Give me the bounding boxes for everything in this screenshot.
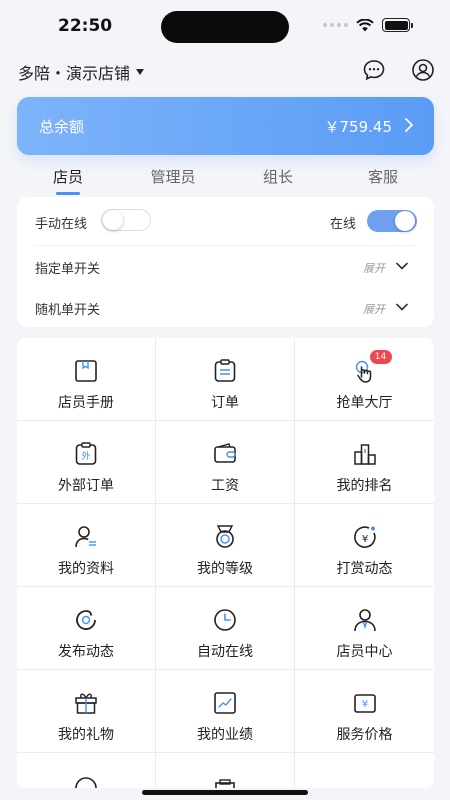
random-order-label: 随机单开关 xyxy=(35,303,101,318)
grid-label: 打赏动态 xyxy=(336,561,393,577)
grid-item-ranking[interactable]: 我的排名 xyxy=(295,421,434,504)
chevron-down-icon[interactable] xyxy=(396,262,408,270)
chat-bubble-icon[interactable] xyxy=(362,58,386,82)
chevron-right-icon xyxy=(405,118,413,132)
manual-online-toggle[interactable] xyxy=(101,209,151,231)
online-label: 在线 xyxy=(330,217,357,232)
signal-icon xyxy=(323,23,348,27)
external-order-icon: 外 xyxy=(75,442,97,465)
assigned-order-label: 指定单开关 xyxy=(35,262,101,277)
grid-item-orders[interactable]: 订单 xyxy=(156,338,295,421)
settings-card: 手动在线 在线 指定单开关 展开 随机单开关 展开 xyxy=(17,197,434,327)
gift-icon xyxy=(75,693,97,714)
price-icon: ¥ xyxy=(353,694,376,713)
status-time: 22:50 xyxy=(58,16,113,36)
grid-item-auto-online[interactable]: 自动在线 xyxy=(156,587,295,670)
home-indicator[interactable] xyxy=(142,790,308,795)
grid-label: 我的等级 xyxy=(197,561,253,577)
grid-label: 外部订单 xyxy=(58,478,114,494)
grid-item-my-level[interactable]: 我的等级 xyxy=(156,504,295,587)
partial-icon xyxy=(215,779,235,788)
grid-item-my-gifts[interactable]: 我的礼物 xyxy=(17,670,156,753)
random-order-row[interactable]: 随机单开关 展开 xyxy=(17,286,434,326)
grid-label: 自动在线 xyxy=(197,644,253,660)
dynamic-island xyxy=(161,11,289,43)
grid-label: 订单 xyxy=(211,395,239,411)
svg-text:¥: ¥ xyxy=(361,699,367,710)
grid-label: 工资 xyxy=(211,478,239,494)
grid-label: 我的资料 xyxy=(58,561,114,577)
grid-item-order-hall[interactable]: 14 抢单大厅 xyxy=(295,338,434,421)
wifi-icon xyxy=(356,18,374,31)
battery-icon xyxy=(382,18,413,32)
store-switcher[interactable]: 多陪・演示店铺 xyxy=(18,60,145,84)
tab-active-indicator xyxy=(56,192,80,195)
function-grid: 店员手册 订单 14 抢单大厅 外 外部订单 工资 我的排名 我的资料 我的等级… xyxy=(17,338,434,788)
performance-icon xyxy=(214,692,236,714)
grid-label: 服务价格 xyxy=(336,727,393,743)
clock-icon xyxy=(214,609,236,631)
assigned-order-row[interactable]: 指定单开关 展开 xyxy=(17,246,434,286)
manual-online-label: 手动在线 xyxy=(35,217,88,232)
grid-item-service-price[interactable]: ¥ 服务价格 xyxy=(295,670,434,753)
grid-item-my-performance[interactable]: 我的业绩 xyxy=(156,670,295,753)
status-icons xyxy=(323,18,413,32)
balance-label: 总余额 xyxy=(39,118,85,136)
status-bar: 22:50 xyxy=(0,0,450,54)
grid-item-partial[interactable] xyxy=(17,753,156,788)
tab-admin[interactable]: 管理员 xyxy=(133,166,213,187)
store-title: 多陪・演示店铺 xyxy=(18,64,131,83)
app-header: 多陪・演示店铺 xyxy=(0,54,450,90)
dropdown-caret-icon xyxy=(136,69,145,75)
ranking-icon xyxy=(353,444,376,465)
grid-label: 我的礼物 xyxy=(58,727,114,743)
order-hall-badge: 14 xyxy=(369,350,392,364)
grid-label: 店员中心 xyxy=(336,644,393,660)
grid-label: 抢单大厅 xyxy=(336,395,393,411)
grid-label: 我的业绩 xyxy=(197,727,253,743)
clipboard-icon xyxy=(214,359,236,382)
grid-label: 我的排名 xyxy=(336,478,393,494)
online-toggle[interactable] xyxy=(367,210,417,232)
tab-clerk[interactable]: 店员 xyxy=(28,166,108,187)
tap-hand-icon-wrap: 14 xyxy=(352,350,392,384)
grid-item-external-orders[interactable]: 外 外部订单 xyxy=(17,421,156,504)
wallet-icon xyxy=(214,443,236,463)
grid-item-reward-feed[interactable]: ¥ 打赏动态 xyxy=(295,504,434,587)
svg-text:¥: ¥ xyxy=(361,534,367,545)
online-row: 手动在线 在线 xyxy=(17,197,434,245)
grid-item-handbook[interactable]: 店员手册 xyxy=(17,338,156,421)
chevron-down-icon[interactable] xyxy=(396,303,408,311)
staff-center-icon xyxy=(353,609,376,632)
user-profile-icon[interactable] xyxy=(411,58,435,82)
role-tabs: 店员 管理员 组长 客服 xyxy=(0,160,450,196)
balance-value: ￥759.45 xyxy=(324,118,393,136)
profile-card-icon xyxy=(75,526,96,548)
expand-label: 展开 xyxy=(363,303,385,316)
grid-item-partial[interactable] xyxy=(295,753,434,788)
grid-item-staff-center[interactable]: 店员中心 xyxy=(295,587,434,670)
grid-item-publish-feed[interactable]: 发布动态 xyxy=(17,587,156,670)
grid-item-my-profile[interactable]: 我的资料 xyxy=(17,504,156,587)
grid-label: 店员手册 xyxy=(58,395,114,411)
balance-card[interactable]: 总余额 ￥759.45 xyxy=(17,97,434,155)
publish-icon xyxy=(76,610,96,630)
grid-label: 发布动态 xyxy=(58,644,114,660)
reward-icon: ¥ xyxy=(353,526,376,548)
expand-label: 展开 xyxy=(363,262,385,275)
partial-icon xyxy=(75,777,97,788)
handbook-icon xyxy=(75,360,97,382)
medal-icon xyxy=(216,525,234,548)
grid-item-partial[interactable] xyxy=(156,753,295,788)
grid-item-salary[interactable]: 工资 xyxy=(156,421,295,504)
tab-customer-service[interactable]: 客服 xyxy=(343,166,423,187)
tab-team-leader[interactable]: 组长 xyxy=(238,166,318,187)
svg-text:外: 外 xyxy=(81,450,90,462)
